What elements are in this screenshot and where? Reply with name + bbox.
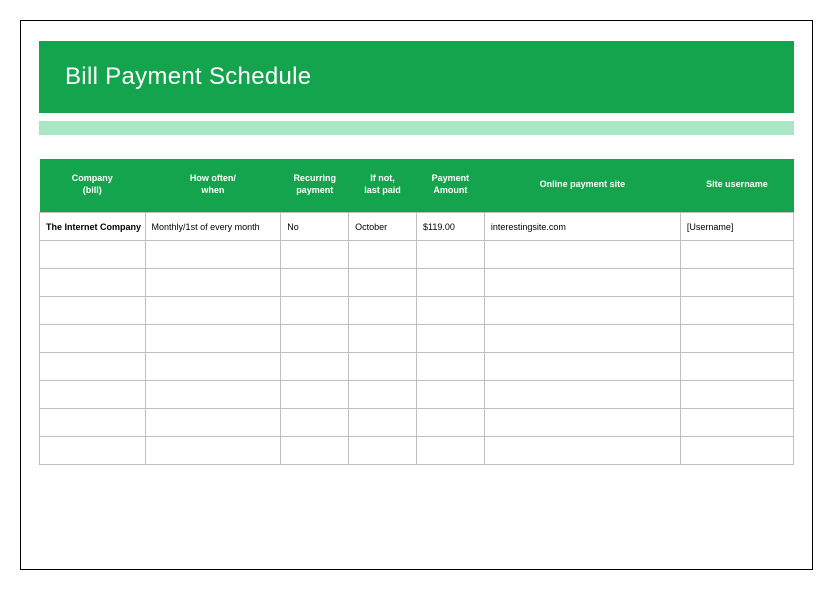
cell-amount[interactable] — [416, 353, 484, 381]
cell-recurring[interactable] — [281, 297, 349, 325]
sub-banner — [39, 121, 794, 135]
cell-username[interactable] — [680, 325, 793, 353]
cell-username[interactable] — [680, 269, 793, 297]
cell-howoften[interactable] — [145, 409, 281, 437]
col-header-company: Company (bill) — [40, 159, 146, 213]
col-header-text: last paid — [364, 185, 401, 195]
col-header-text: Site username — [706, 179, 768, 189]
cell-howoften[interactable] — [145, 353, 281, 381]
cell-company[interactable] — [40, 437, 146, 465]
cell-site[interactable] — [484, 297, 680, 325]
cell-company[interactable] — [40, 381, 146, 409]
cell-site[interactable] — [484, 437, 680, 465]
cell-company[interactable] — [40, 241, 146, 269]
col-header-text: (bill) — [83, 185, 102, 195]
cell-username[interactable] — [680, 241, 793, 269]
cell-company[interactable] — [40, 325, 146, 353]
cell-howoften[interactable] — [145, 437, 281, 465]
col-header-text: How often/ — [190, 173, 236, 183]
cell-howoften[interactable] — [145, 381, 281, 409]
col-header-username: Site username — [680, 159, 793, 213]
bill-table: Company (bill) How often/ when Recurring… — [39, 159, 794, 465]
col-header-text: Online payment site — [540, 179, 626, 189]
cell-site[interactable] — [484, 269, 680, 297]
cell-amount[interactable] — [416, 325, 484, 353]
cell-site[interactable] — [484, 381, 680, 409]
cell-lastpaid[interactable] — [349, 241, 417, 269]
table-row — [40, 381, 794, 409]
cell-recurring[interactable] — [281, 353, 349, 381]
cell-recurring[interactable] — [281, 269, 349, 297]
cell-lastpaid[interactable] — [349, 381, 417, 409]
table-row — [40, 437, 794, 465]
cell-howoften[interactable] — [145, 241, 281, 269]
table-row — [40, 325, 794, 353]
cell-recurring[interactable] — [281, 437, 349, 465]
col-header-text: Company — [72, 173, 113, 183]
cell-username[interactable]: [Username] — [680, 213, 793, 241]
cell-company[interactable] — [40, 409, 146, 437]
cell-site[interactable] — [484, 409, 680, 437]
cell-recurring[interactable] — [281, 409, 349, 437]
cell-company[interactable] — [40, 269, 146, 297]
table-row — [40, 269, 794, 297]
cell-lastpaid[interactable]: October — [349, 213, 417, 241]
cell-amount[interactable] — [416, 381, 484, 409]
cell-username[interactable] — [680, 297, 793, 325]
table-header-row: Company (bill) How often/ when Recurring… — [40, 159, 794, 213]
cell-site[interactable] — [484, 325, 680, 353]
cell-recurring[interactable]: No — [281, 213, 349, 241]
cell-recurring[interactable] — [281, 325, 349, 353]
cell-lastpaid[interactable] — [349, 269, 417, 297]
table-row — [40, 297, 794, 325]
col-header-site: Online payment site — [484, 159, 680, 213]
col-header-text: payment — [296, 185, 333, 195]
cell-company[interactable] — [40, 297, 146, 325]
table-row — [40, 409, 794, 437]
cell-lastpaid[interactable] — [349, 325, 417, 353]
cell-lastpaid[interactable] — [349, 297, 417, 325]
cell-amount[interactable]: $119.00 — [416, 213, 484, 241]
cell-amount[interactable] — [416, 269, 484, 297]
cell-site[interactable] — [484, 241, 680, 269]
col-header-text: when — [201, 185, 224, 195]
document-frame: Bill Payment Schedule Company (bill) How… — [20, 20, 813, 570]
page-title: Bill Payment Schedule — [65, 63, 768, 91]
cell-company[interactable]: The Internet Company — [40, 213, 146, 241]
col-header-text: If not, — [370, 173, 395, 183]
col-header-howoften: How often/ when — [145, 159, 281, 213]
cell-lastpaid[interactable] — [349, 353, 417, 381]
cell-amount[interactable] — [416, 241, 484, 269]
cell-amount[interactable] — [416, 437, 484, 465]
cell-username[interactable] — [680, 353, 793, 381]
table-row: The Internet Company Monthly/1st of ever… — [40, 213, 794, 241]
cell-recurring[interactable] — [281, 241, 349, 269]
cell-amount[interactable] — [416, 409, 484, 437]
table-row — [40, 353, 794, 381]
cell-site[interactable] — [484, 353, 680, 381]
cell-lastpaid[interactable] — [349, 409, 417, 437]
cell-username[interactable] — [680, 381, 793, 409]
col-header-recurring: Recurring payment — [281, 159, 349, 213]
cell-username[interactable] — [680, 409, 793, 437]
col-header-text: Amount — [433, 185, 467, 195]
cell-howoften[interactable] — [145, 269, 281, 297]
cell-recurring[interactable] — [281, 381, 349, 409]
col-header-amount: Payment Amount — [416, 159, 484, 213]
cell-company[interactable] — [40, 353, 146, 381]
table-row — [40, 241, 794, 269]
cell-site[interactable]: interestingsite.com — [484, 213, 680, 241]
col-header-text: Recurring — [293, 173, 336, 183]
cell-howoften[interactable] — [145, 297, 281, 325]
cell-lastpaid[interactable] — [349, 437, 417, 465]
cell-howoften[interactable] — [145, 325, 281, 353]
col-header-text: Payment — [432, 173, 470, 183]
table-body: The Internet Company Monthly/1st of ever… — [40, 213, 794, 465]
spacer — [39, 135, 794, 159]
cell-username[interactable] — [680, 437, 793, 465]
cell-howoften[interactable]: Monthly/1st of every month — [145, 213, 281, 241]
col-header-lastpaid: If not, last paid — [349, 159, 417, 213]
cell-amount[interactable] — [416, 297, 484, 325]
header-banner: Bill Payment Schedule — [39, 41, 794, 113]
